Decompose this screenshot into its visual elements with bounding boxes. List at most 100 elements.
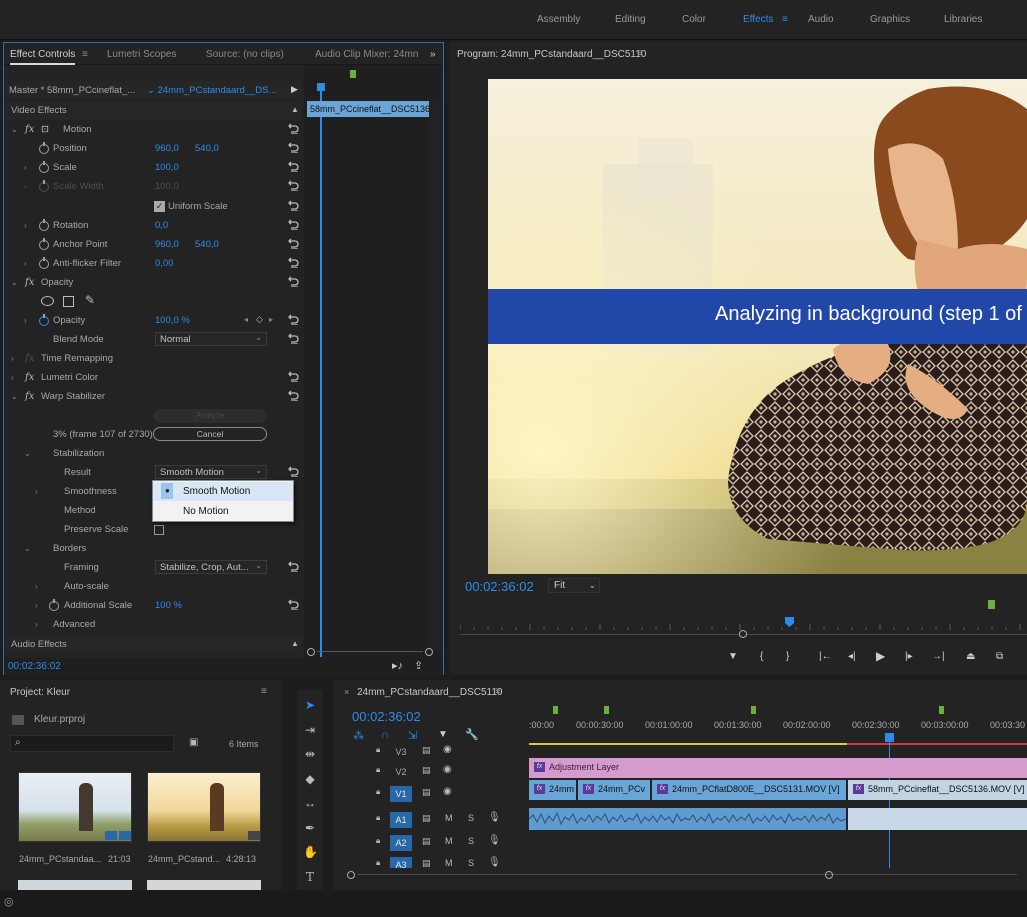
expand-triangle-icon[interactable]: › <box>24 163 27 172</box>
expand-triangle-icon[interactable]: › <box>35 601 38 610</box>
fx-badge-icon[interactable]: fx <box>25 124 34 135</box>
lock-icon[interactable]: 🔒︎ <box>376 858 380 868</box>
track-name[interactable]: A2 <box>390 835 412 851</box>
workspace-tab-color[interactable]: Color <box>682 14 706 25</box>
close-tab-icon[interactable]: × <box>344 687 349 697</box>
effect-time-remapping-row[interactable]: › fx Time Remapping <box>4 349 302 368</box>
program-monitor-title[interactable]: Program: 24mm_PCstandaard__DSC5110 <box>457 49 646 60</box>
fx-badge-icon[interactable]: fx <box>25 277 34 288</box>
microphone-icon[interactable]: 🎙︎ <box>488 857 501 868</box>
zoom-handle-left[interactable] <box>307 648 315 656</box>
zoom-handle-right[interactable] <box>425 648 433 656</box>
toggle-sync-icon[interactable]: ▤ <box>422 858 431 868</box>
wrench-icon[interactable]: 🔧 <box>465 728 479 741</box>
reset-icon[interactable] <box>288 237 300 250</box>
mark-in-icon[interactable]: { <box>760 651 763 662</box>
reset-icon[interactable] <box>288 275 300 288</box>
toggle-sync-icon[interactable]: ▤ <box>422 745 431 756</box>
program-zoom-bar[interactable] <box>460 630 1027 638</box>
additional-scale-value[interactable]: 100 % <box>155 600 182 611</box>
add-marker-icon[interactable]: ▼ <box>728 651 738 662</box>
tab-audio-clip-mixer[interactable]: Audio Clip Mixer: 24mn <box>315 49 418 60</box>
reset-icon[interactable] <box>288 598 300 611</box>
fx-badge-icon[interactable]: fx <box>25 391 34 402</box>
reset-icon[interactable] <box>288 332 300 345</box>
expand-triangle-icon[interactable]: ⌄ <box>11 125 18 134</box>
play-icon[interactable]: ▶ <box>876 649 885 663</box>
lift-icon[interactable]: ⏏ <box>966 651 975 662</box>
toggle-sync-icon[interactable]: ▤ <box>422 836 431 847</box>
timeline-marker[interactable] <box>939 706 944 714</box>
workspace-tab-assembly[interactable]: Assembly <box>537 14 580 25</box>
expand-triangle-icon[interactable]: ⌄ <box>24 449 31 458</box>
track-name[interactable]: A3 <box>390 857 412 868</box>
track-select-tool-icon[interactable]: ⇥ <box>303 723 317 737</box>
collapse-icon[interactable]: ▲ <box>291 105 299 114</box>
timeline-zoom-bar[interactable] <box>347 870 1027 880</box>
zoom-handle[interactable] <box>739 630 747 638</box>
video-clip[interactable]: fx 24mm <box>529 780 576 800</box>
mute-icon[interactable]: M <box>445 858 453 868</box>
linked-selection-icon[interactable]: ∩ <box>381 729 389 741</box>
solo-icon[interactable]: S <box>468 813 474 823</box>
panel-menu-icon[interactable]: ≡ <box>261 686 267 697</box>
adjustment-layer-clip[interactable]: fx Adjustment Layer <box>529 758 1027 778</box>
expand-triangle-icon[interactable]: › <box>11 354 14 363</box>
audio-clip[interactable] <box>848 808 1027 830</box>
step-forward-icon[interactable]: |▸ <box>905 651 913 662</box>
panel-menu-icon[interactable]: ≡ <box>495 686 501 697</box>
mini-playhead-line[interactable] <box>320 87 322 657</box>
lock-icon[interactable]: 🔒︎ <box>376 813 380 823</box>
expand-triangle-icon[interactable]: › <box>24 259 27 268</box>
lock-icon[interactable]: 🔒︎ <box>376 765 380 775</box>
menu-item-no-motion[interactable]: No Motion <box>153 502 293 521</box>
rectangle-mask-icon[interactable] <box>63 296 74 307</box>
reset-icon[interactable] <box>288 179 300 192</box>
ripple-edit-tool-icon[interactable]: ⇹ <box>303 747 317 761</box>
workspace-tab-editing[interactable]: Editing <box>615 14 646 25</box>
stopwatch-icon[interactable] <box>39 141 49 154</box>
overflow-tabs-icon[interactable]: » <box>430 49 436 60</box>
lock-icon[interactable]: 🔒︎ <box>376 836 380 846</box>
timeline-marker[interactable] <box>553 706 558 714</box>
program-timecode[interactable]: 00:02:36:02 <box>465 579 534 594</box>
clip-thumbnail-1[interactable] <box>18 772 132 842</box>
antiflicker-value[interactable]: 0,00 <box>155 258 174 269</box>
collapse-icon[interactable]: ▲ <box>291 639 299 648</box>
expand-triangle-icon[interactable]: › <box>11 373 14 382</box>
stopwatch-icon[interactable] <box>39 237 49 250</box>
stopwatch-icon[interactable] <box>49 598 59 611</box>
eye-icon[interactable]: ◉ <box>443 764 452 775</box>
play-only-audio-icon[interactable]: ▶ <box>291 84 298 95</box>
microphone-icon[interactable]: 🎙︎ <box>488 835 501 846</box>
scale-value[interactable]: 100,0 <box>155 162 179 173</box>
preserve-scale-checkbox[interactable] <box>154 525 164 535</box>
clip-thumbnail-3[interactable] <box>18 880 132 890</box>
go-to-out-icon[interactable]: →| <box>932 651 945 662</box>
lock-icon[interactable]: 🔒︎ <box>376 787 380 797</box>
advanced-row[interactable]: › Advanced <box>4 615 302 634</box>
track-name[interactable]: A1 <box>390 812 412 828</box>
position-x-value[interactable]: 960,0 <box>155 143 179 154</box>
reset-icon[interactable] <box>288 199 300 212</box>
panel-menu-icon[interactable]: ≡ <box>637 48 643 59</box>
expand-triangle-icon[interactable]: › <box>24 316 27 325</box>
reset-icon[interactable] <box>288 370 300 383</box>
reset-icon[interactable] <box>288 560 300 573</box>
effect-opacity-row[interactable]: ⌄ fx Opacity <box>4 273 302 292</box>
extract-icon[interactable]: ⧉ <box>996 651 1003 662</box>
reset-icon[interactable] <box>288 256 300 269</box>
zoom-handle-left[interactable] <box>347 871 355 879</box>
anchor-x-value[interactable]: 960,0 <box>155 239 179 250</box>
mark-out-icon[interactable]: } <box>786 651 789 662</box>
pen-tool-icon[interactable]: ✒ <box>303 821 317 835</box>
anchor-y-value[interactable]: 540,0 <box>195 239 219 250</box>
timeline-ruler[interactable]: :00:00 00:00:30:00 00:01:00:00 00:01:30:… <box>529 701 1027 745</box>
eye-icon[interactable]: ◉ <box>443 744 452 755</box>
ellipse-mask-icon[interactable] <box>41 296 54 306</box>
step-back-icon[interactable]: ◂| <box>848 651 856 662</box>
hand-tool-icon[interactable]: ✋ <box>303 845 318 859</box>
stopwatch-icon[interactable] <box>39 313 49 326</box>
workspace-menu-icon[interactable]: ≡ <box>782 14 788 25</box>
reset-icon[interactable] <box>288 122 300 135</box>
